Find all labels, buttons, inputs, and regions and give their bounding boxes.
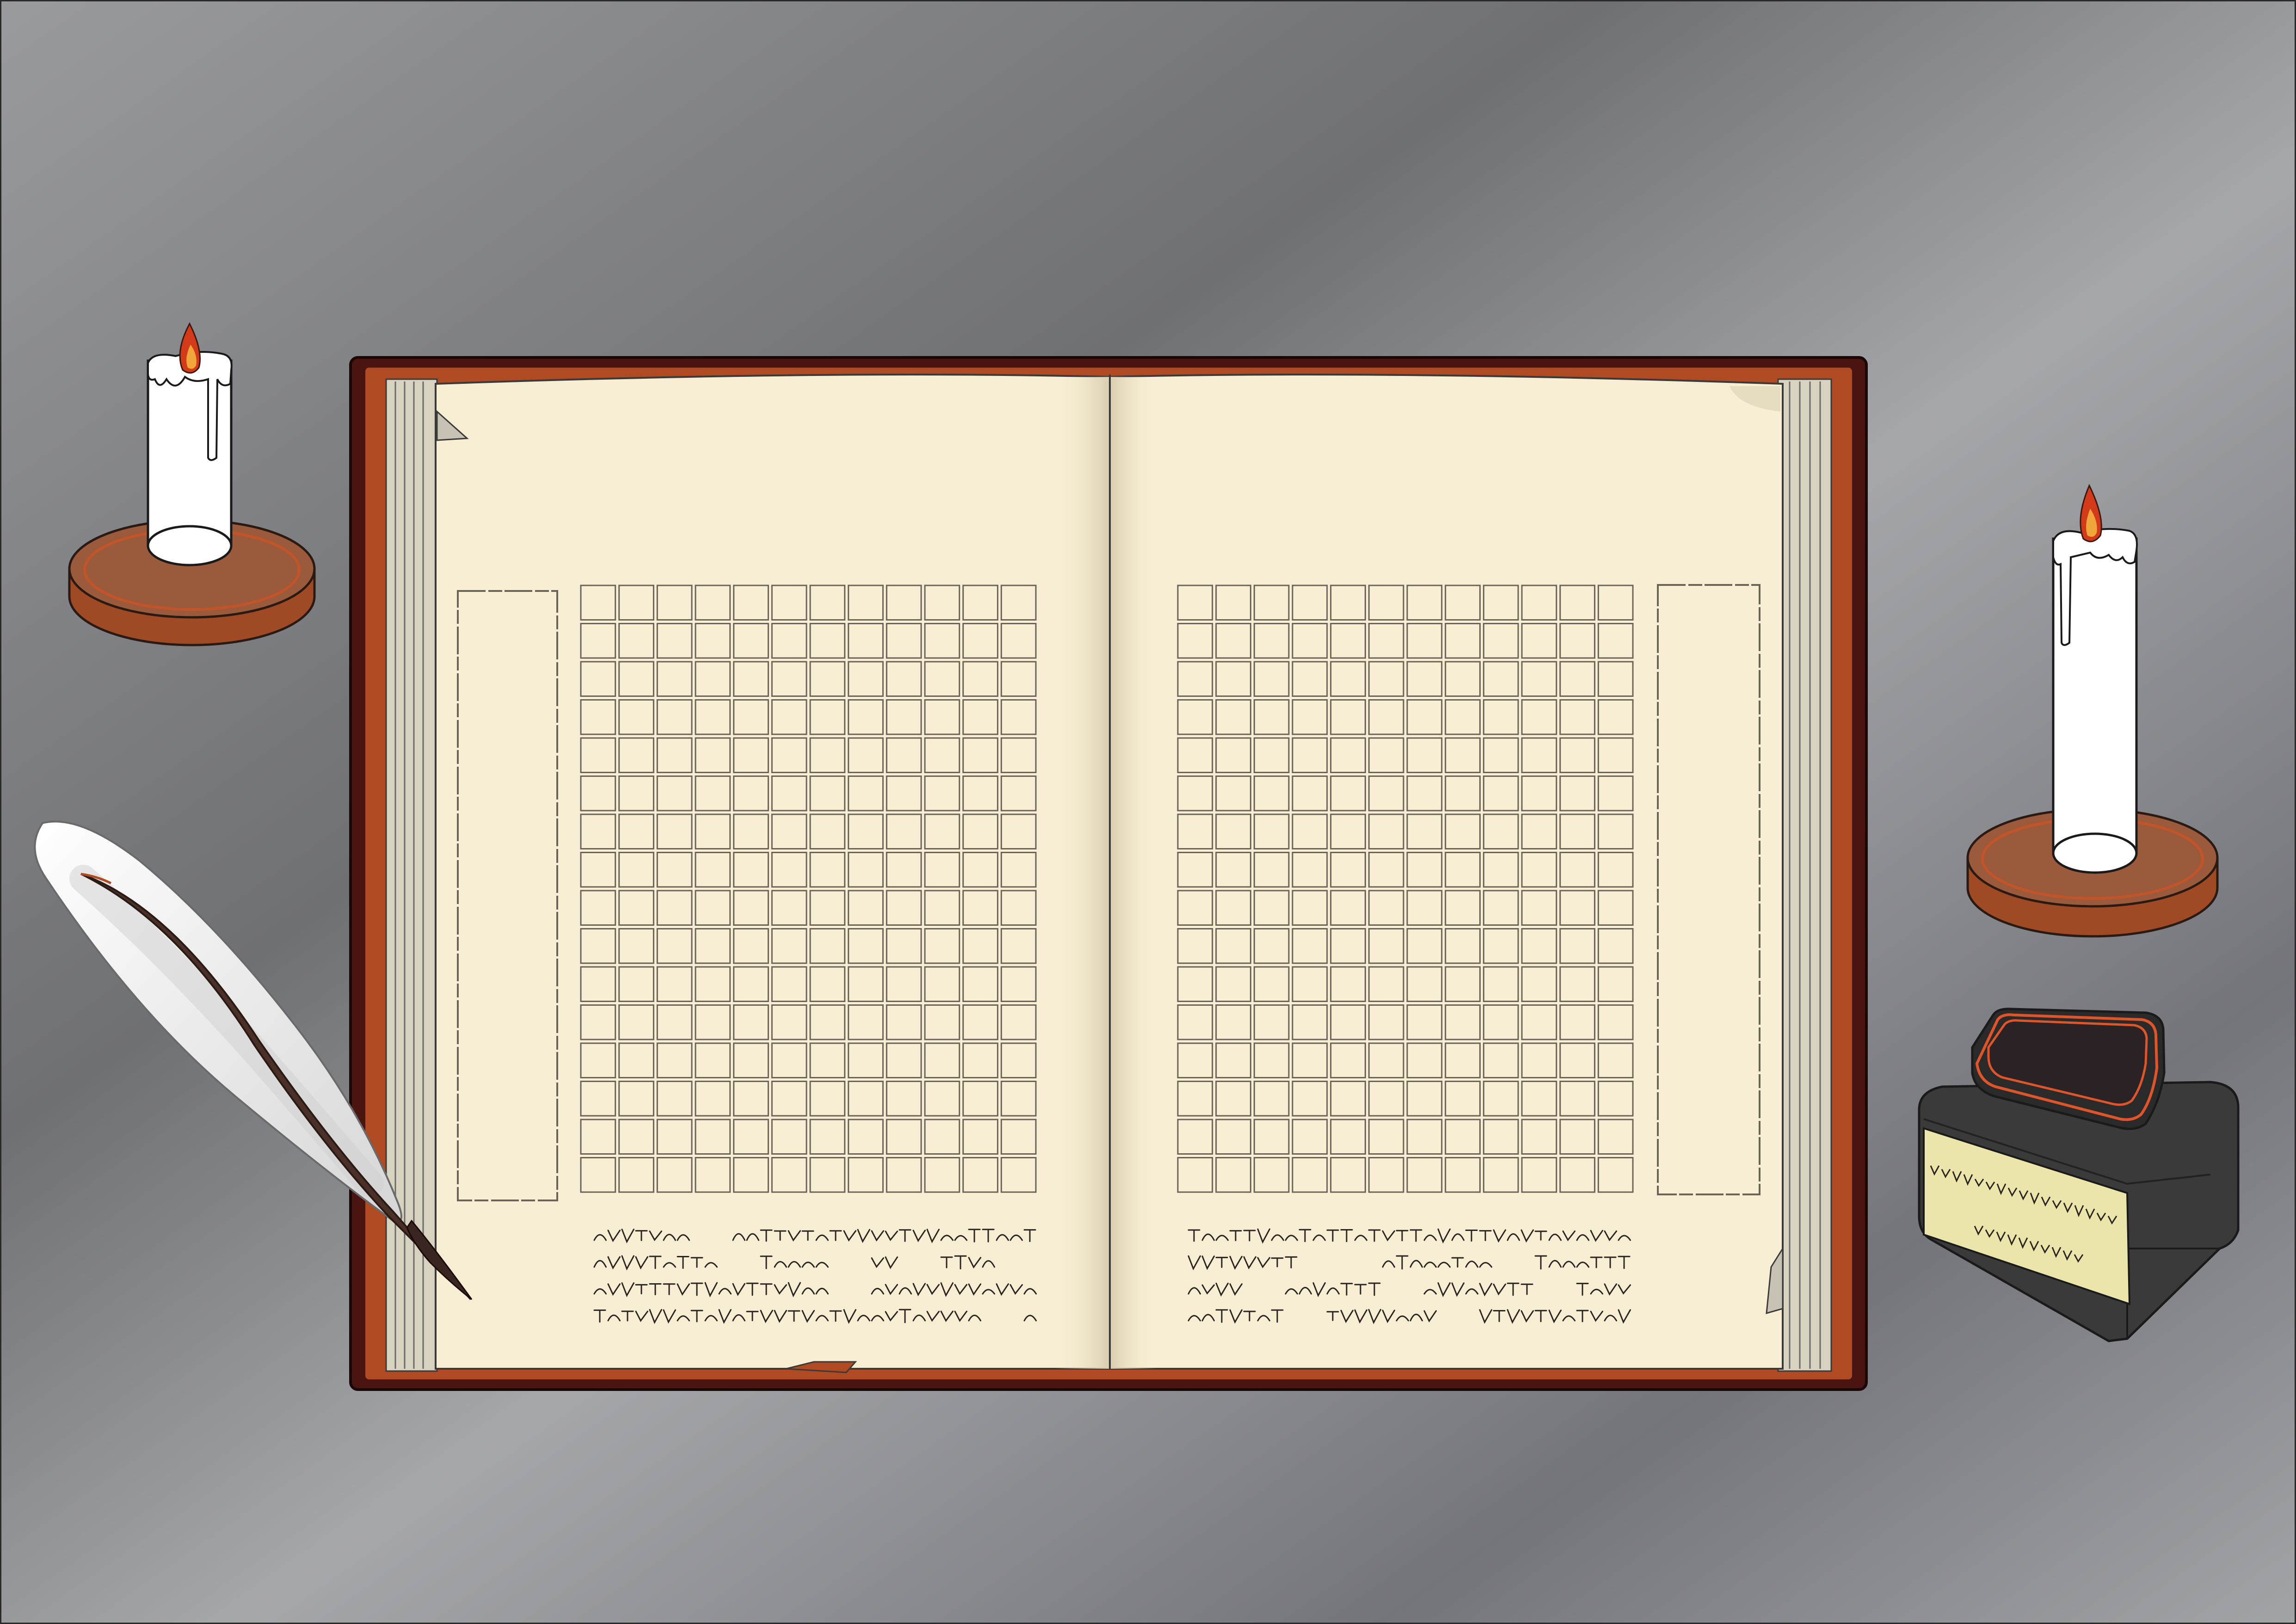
left-page bbox=[435, 374, 1111, 1370]
open-book bbox=[349, 356, 1868, 1391]
candle-wax-right bbox=[2052, 528, 2138, 874]
right-page bbox=[1109, 374, 1784, 1370]
desk-scene bbox=[0, 0, 2296, 1624]
candle-wax-left bbox=[147, 351, 233, 566]
page-edges-right bbox=[1777, 378, 1832, 1372]
